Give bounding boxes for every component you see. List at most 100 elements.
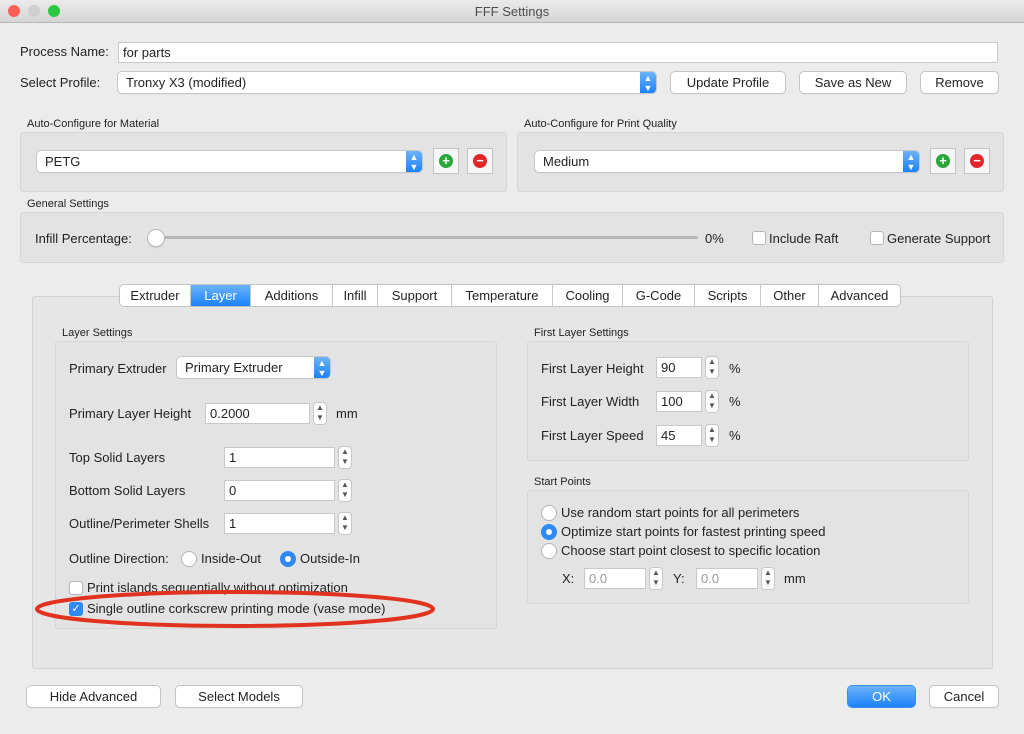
remove-material-button[interactable]: −: [467, 148, 493, 174]
primary-extruder-value: Primary Extruder: [185, 360, 283, 375]
y-input[interactable]: 0.0: [696, 568, 758, 589]
top-solid-stepper[interactable]: ▲ ▼: [339, 447, 351, 468]
quality-title: Auto-Configure for Print Quality: [524, 118, 677, 130]
optimize-start-radio[interactable]: [541, 524, 557, 540]
infill-label: Infill Percentage:: [35, 231, 132, 246]
remove-quality-button[interactable]: −: [964, 148, 990, 174]
chevron-updown-icon: ▲ ▼: [903, 151, 919, 172]
bottom-solid-input[interactable]: 0: [224, 480, 335, 501]
fl-speed-unit: %: [729, 428, 741, 443]
tab-gcode[interactable]: G-Code: [623, 285, 695, 306]
tab-support[interactable]: Support: [378, 285, 452, 306]
tab-advanced[interactable]: Advanced: [819, 285, 900, 306]
shells-label: Outline/Perimeter Shells: [69, 516, 210, 531]
layer-height-unit: mm: [336, 406, 358, 421]
process-name-label: Process Name:: [20, 44, 109, 59]
fl-height-unit: %: [729, 361, 741, 376]
material-title: Auto-Configure for Material: [27, 118, 160, 130]
fl-width-stepper[interactable]: ▲ ▼: [706, 391, 718, 412]
tab-bar: Extruder Layer Additions Infill Support Tempe…: [120, 285, 900, 306]
optimize-start-label: Optimize start points for fastest printi…: [561, 524, 826, 539]
y-stepper[interactable]: ▲ ▼: [762, 568, 774, 589]
tab-additions[interactable]: Additions: [251, 285, 333, 306]
fl-height-label: First Layer Height: [541, 361, 644, 376]
profile-value: Tronxy X3 (modified): [126, 75, 247, 90]
layer-settings-title: Layer Settings: [62, 327, 133, 339]
inside-out-radio[interactable]: [181, 551, 197, 567]
fl-width-label: First Layer Width: [541, 394, 640, 409]
random-start-radio[interactable]: [541, 505, 557, 521]
layer-height-stepper[interactable]: ▲ ▼: [314, 403, 326, 424]
hide-advanced-button[interactable]: Hide Advanced: [27, 686, 160, 707]
layer-height-input[interactable]: 0.2000: [205, 403, 310, 424]
x-input[interactable]: 0.0: [584, 568, 646, 589]
remove-button[interactable]: Remove: [921, 72, 998, 93]
update-profile-button[interactable]: Update Profile: [671, 72, 785, 93]
tab-extruder[interactable]: Extruder: [120, 285, 191, 306]
infill-slider-handle[interactable]: [148, 230, 164, 246]
outside-in-radio[interactable]: [280, 551, 296, 567]
primary-extruder-select[interactable]: Primary Extruder ▲ ▼: [177, 357, 330, 378]
closest-start-label: Choose start point closest to specific l…: [561, 543, 821, 558]
include-raft-label: Include Raft: [769, 231, 839, 246]
select-profile-label: Select Profile:: [20, 75, 101, 90]
minimize-icon[interactable]: [28, 5, 40, 17]
quality-select[interactable]: Medium ▲ ▼: [535, 151, 919, 172]
tab-other[interactable]: Other: [761, 285, 819, 306]
chevron-updown-icon: ▲ ▼: [314, 357, 330, 378]
zoom-icon[interactable]: [48, 5, 60, 17]
fl-height-input[interactable]: 90: [656, 357, 702, 378]
add-material-button[interactable]: +: [433, 148, 459, 174]
fl-width-input[interactable]: 100: [656, 391, 702, 412]
cancel-button[interactable]: Cancel: [930, 686, 998, 707]
closest-start-radio[interactable]: [541, 543, 557, 559]
tab-temperature[interactable]: Temperature: [452, 285, 553, 306]
inside-out-label: Inside-Out: [201, 551, 261, 566]
y-label: Y:: [673, 571, 685, 586]
profile-select[interactable]: Tronxy X3 (modified) ▲ ▼: [118, 72, 656, 93]
fl-width-unit: %: [729, 394, 741, 409]
select-models-button[interactable]: Select Models: [176, 686, 302, 707]
generate-support-label: Generate Support: [887, 231, 991, 246]
tab-scripts[interactable]: Scripts: [695, 285, 761, 306]
generate-support-checkbox[interactable]: [870, 231, 884, 245]
chevron-updown-icon: ▲ ▼: [640, 72, 656, 93]
shells-stepper[interactable]: ▲ ▼: [339, 513, 351, 534]
x-stepper[interactable]: ▲ ▼: [650, 568, 662, 589]
minus-icon: −: [970, 154, 984, 168]
bottom-solid-stepper[interactable]: ▲ ▼: [339, 480, 351, 501]
fl-speed-stepper[interactable]: ▲ ▼: [706, 425, 718, 446]
infill-slider-track[interactable]: [150, 236, 698, 239]
ok-button[interactable]: OK: [848, 686, 915, 707]
tab-infill[interactable]: Infill: [333, 285, 378, 306]
shells-input[interactable]: 1: [224, 513, 335, 534]
outside-in-label: Outside-In: [300, 551, 360, 566]
tab-cooling[interactable]: Cooling: [553, 285, 623, 306]
title-bar: FFF Settings: [0, 0, 1024, 23]
direction-label: Outline Direction:: [69, 551, 169, 566]
window-title: FFF Settings: [474, 4, 550, 19]
fl-height-stepper[interactable]: ▲ ▼: [706, 357, 718, 378]
material-select[interactable]: PETG ▲ ▼: [37, 151, 422, 172]
material-value: PETG: [45, 154, 81, 169]
tab-layer[interactable]: Layer: [191, 285, 251, 306]
fl-speed-label: First Layer Speed: [541, 428, 644, 443]
top-solid-input[interactable]: 1: [224, 447, 335, 468]
add-quality-button[interactable]: +: [930, 148, 956, 174]
minus-icon: −: [473, 154, 487, 168]
primary-extruder-label: Primary Extruder: [69, 361, 167, 376]
include-raft-checkbox[interactable]: [752, 231, 766, 245]
x-label: X:: [562, 571, 575, 586]
top-solid-label: Top Solid Layers: [69, 450, 166, 465]
close-icon[interactable]: [8, 5, 20, 17]
process-name-input[interactable]: for parts: [118, 42, 998, 63]
fl-speed-input[interactable]: 45: [656, 425, 702, 446]
random-start-label: Use random start points for all perimete…: [561, 505, 800, 520]
plus-icon: +: [439, 154, 453, 168]
xy-unit: mm: [784, 571, 806, 586]
first-layer-title: First Layer Settings: [534, 327, 629, 339]
plus-icon: +: [936, 154, 950, 168]
save-as-new-button[interactable]: Save as New: [800, 72, 906, 93]
bottom-solid-label: Bottom Solid Layers: [69, 483, 186, 498]
quality-value: Medium: [543, 154, 590, 169]
